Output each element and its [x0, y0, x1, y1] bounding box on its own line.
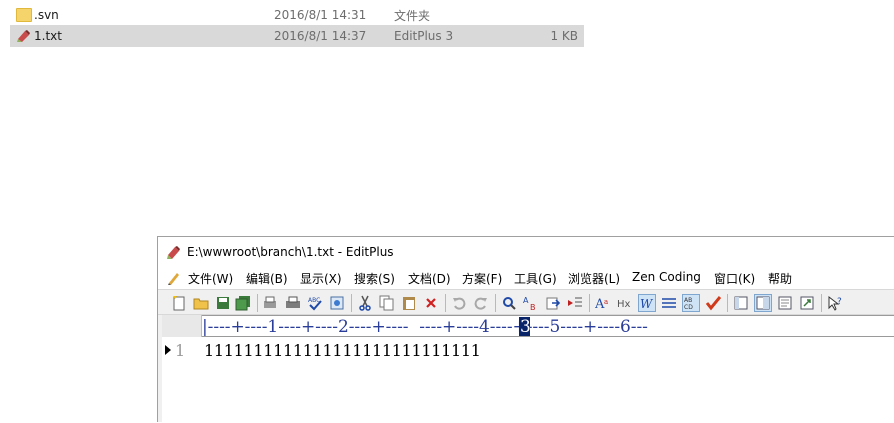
toolbar-separator [727, 294, 728, 312]
find-icon[interactable] [500, 294, 518, 312]
line-number: 1 [175, 341, 186, 360]
ruler-corner [162, 315, 202, 337]
menu-search[interactable]: 搜索(S) [354, 270, 395, 287]
toolbar: ABC AB Aa Hx W AB CD ? [158, 289, 894, 315]
pencil-icon [166, 270, 182, 286]
svg-text:B: B [530, 303, 536, 311]
ruler-cursor-column: 3 [520, 317, 531, 337]
new-file-icon[interactable] [170, 294, 188, 312]
view3-icon[interactable] [776, 294, 794, 312]
file-explorer: .svn 2016/8/1 14:31 文件夹 1.txt 2016/8/1 1… [0, 0, 894, 200]
file-type: 文件夹 [394, 8, 431, 23]
delete-icon[interactable] [422, 294, 440, 312]
toolbar-separator [821, 294, 822, 312]
toolbar-separator [445, 294, 446, 312]
window-title: E:\wwwroot\branch\1.txt - EditPlus [187, 245, 394, 259]
svg-text:CD: CD [684, 304, 693, 311]
menu-view[interactable]: 显示(X) [300, 270, 342, 287]
folder-icon [16, 8, 32, 22]
editplus-window: E:\wwwroot\branch\1.txt - EditPlus 文件(W)… [157, 236, 894, 423]
menu-zen-coding[interactable]: Zen Coding [632, 270, 701, 284]
svg-text:?: ? [837, 297, 842, 307]
line-gutter: 1 [162, 337, 202, 423]
redo-icon[interactable] [472, 294, 490, 312]
menu-browser[interactable]: 浏览器(L) [568, 270, 620, 287]
print-preview-icon[interactable] [262, 294, 280, 312]
view4-icon[interactable] [798, 294, 816, 312]
svg-text:A: A [523, 296, 529, 305]
menu-file[interactable]: 文件(W) [188, 270, 233, 287]
toolbar-separator [257, 294, 258, 312]
paste-icon[interactable] [400, 294, 418, 312]
ruler-row: |----+----1----+----2----+----3----+----… [162, 315, 894, 337]
replace-icon[interactable]: AB [522, 294, 540, 312]
goto-icon[interactable] [544, 294, 562, 312]
file-row-svn[interactable]: .svn 2016/8/1 14:31 文件夹 [10, 4, 584, 26]
undo-icon[interactable] [450, 294, 468, 312]
column-icon[interactable]: AB CD [682, 294, 700, 312]
current-line-marker-icon [165, 345, 171, 355]
column-ruler: |----+----1----+----2----+----3----+----… [202, 315, 894, 337]
menu-bar: 文件(W) 编辑(B) 显示(X) 搜索(S) 文档(D) 方案(F) 工具(G… [158, 267, 894, 289]
menu-project[interactable]: 方案(F) [462, 270, 502, 287]
cut-icon[interactable] [356, 294, 374, 312]
file-name: 1.txt [34, 29, 62, 43]
svg-text:a: a [604, 298, 608, 306]
editplus-file-icon [16, 29, 32, 43]
spell-check-icon[interactable]: ABC [306, 294, 324, 312]
hex-icon[interactable]: Hx [616, 294, 634, 312]
copy-icon[interactable] [378, 294, 396, 312]
toolbar-separator [589, 294, 590, 312]
ruler-before: |----+----1----+----2----+----3----+----… [202, 317, 648, 337]
toolbar-separator [495, 294, 496, 312]
file-date: 2016/8/1 14:37 [274, 29, 367, 43]
editplus-app-icon [166, 244, 182, 260]
title-bar[interactable]: E:\wwwroot\branch\1.txt - EditPlus [158, 237, 894, 267]
menu-document[interactable]: 文档(D) [408, 270, 451, 287]
svg-text:W: W [640, 297, 654, 310]
word-wrap-icon[interactable]: W [638, 294, 656, 312]
file-size: 1 KB [550, 29, 578, 43]
help-icon[interactable]: ? [826, 294, 844, 312]
font-icon[interactable]: Aa [594, 294, 612, 312]
menu-tools[interactable]: 工具(G) [514, 270, 557, 287]
editor-area[interactable]: 1 1111111111111111111111111111 [162, 337, 894, 423]
browser-preview-icon[interactable] [328, 294, 346, 312]
save-icon[interactable] [214, 294, 232, 312]
open-folder-icon[interactable] [192, 294, 210, 312]
print-icon[interactable] [284, 294, 302, 312]
svg-text:AB: AB [684, 297, 692, 304]
toolbar-separator [351, 294, 352, 312]
menu-window[interactable]: 窗口(K) [714, 270, 755, 287]
svg-text:Hx: Hx [617, 299, 631, 310]
menu-edit[interactable]: 编辑(B) [246, 270, 288, 287]
code-line[interactable]: 1111111111111111111111111111 [204, 341, 481, 360]
view2-icon[interactable] [754, 294, 772, 312]
file-date: 2016/8/1 14:31 [274, 8, 367, 22]
save-all-icon[interactable] [234, 294, 252, 312]
view1-icon[interactable] [732, 294, 750, 312]
line-number-icon[interactable] [660, 294, 678, 312]
file-name: .svn [34, 8, 59, 22]
file-row-1-txt[interactable]: 1.txt 2016/8/1 14:37 EditPlus 3 1 KB [10, 25, 584, 47]
check-icon[interactable] [704, 294, 722, 312]
indent-icon[interactable] [566, 294, 584, 312]
file-type: EditPlus 3 [394, 29, 454, 43]
menu-help[interactable]: 帮助 [768, 270, 792, 287]
